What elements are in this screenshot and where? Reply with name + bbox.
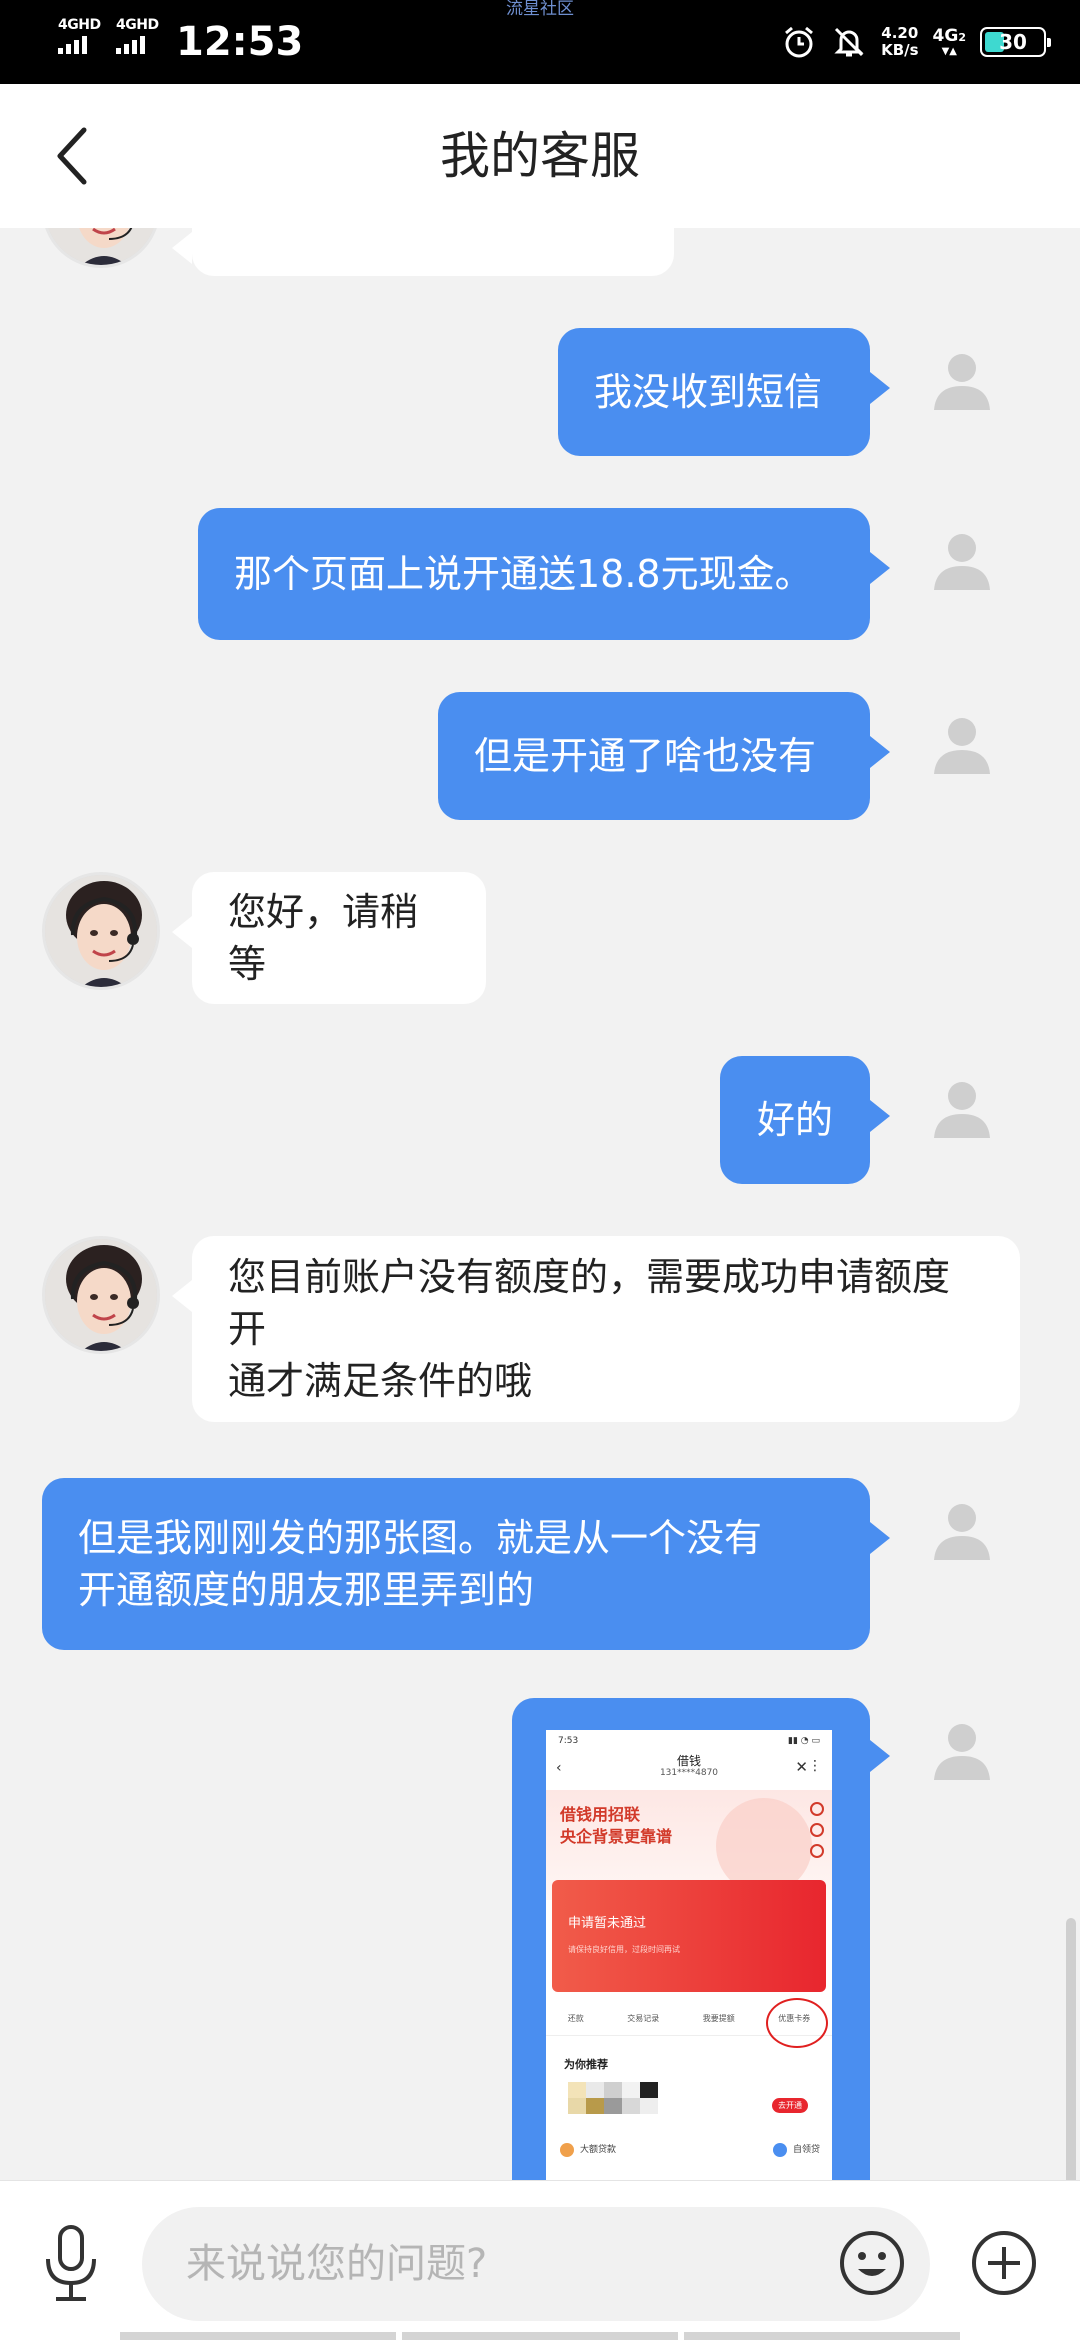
user-avatar-icon (934, 1082, 990, 1138)
message-bubble-incoming[interactable]: 您好，请稍等 (172, 872, 486, 1004)
message-bubble-incoming[interactable]: 您目前账户没有额度的，需要成功申请额度开 通才满足条件的哦 (172, 1236, 1020, 1422)
shot-recommend: 为你推荐 (564, 2058, 608, 2071)
page-title: 我的客服 (440, 127, 640, 185)
red-circle-annotation (766, 1998, 828, 2048)
shot-title: 借钱 (676, 1754, 701, 1768)
agent-face-icon (45, 228, 157, 265)
message-bubble-outgoing[interactable]: 那个页面上说开通送18.8元现金。 (198, 508, 890, 640)
image-message-bubble[interactable]: 7:53 ▮▮ ◔ ▭ ‹ 借钱 131****4870 ✕ ⋮ 借钱用招联 央… (512, 1698, 890, 2180)
shot-slogan-line-2: 央企背景更靠谱 (560, 1827, 673, 1846)
message-text: 好的 (756, 1098, 833, 1142)
message-text-line-1: 但是我刚刚发的那张图。就是从一个没有 (78, 1516, 763, 1560)
chat-area[interactable]: 我没收到短信 那个页面上说开通送18.8元现金。 但是开通了啥也没有 您好，请稍… (0, 228, 1080, 2180)
message-bubble-incoming[interactable] (172, 228, 674, 276)
shot-more-icon: ⋮ (808, 1758, 822, 1774)
agent-face-icon (45, 875, 157, 987)
message-bubble-outgoing[interactable]: 好的 (720, 1056, 890, 1184)
message-text: 但是开通了啥也没有 (474, 734, 817, 778)
network-type: 4G2 ▼▲ (933, 27, 966, 57)
status-bar: 流星社区 4GHD 4GHD 12:53 4.20 KB/s 4G2 ▼▲ 30 (0, 0, 1080, 84)
message-text: 您好，请稍等 (228, 890, 419, 986)
signal-2-indicator: 4GHD (116, 18, 159, 54)
shot-bottom-1: 大额贷款 (560, 2142, 616, 2157)
user-avatar-icon (934, 534, 990, 590)
signal-1-indicator: 4GHD (58, 18, 101, 54)
signal-bars-icon (58, 36, 87, 54)
message-text-line-2: 通才满足条件的哦 (228, 1359, 533, 1403)
shot-phone: 131****4870 (659, 1768, 719, 1778)
shot-open-button: 去开通 (772, 2098, 808, 2113)
message-text-line-1: 您目前账户没有额度的，需要成功申请额度开 (228, 1255, 951, 1351)
agent-avatar (42, 228, 160, 268)
data-arrows-icon: ▼▲ (941, 46, 957, 57)
user-avatar-icon (934, 354, 990, 410)
more-options-button[interactable] (970, 2229, 1038, 2297)
shot-card-title: 申请暂未通过 (568, 1916, 647, 1931)
shot-bottom-links: 大额贷款 自领贷 (560, 2142, 820, 2157)
microphone-icon (46, 2225, 96, 2301)
header: 我的客服 (0, 84, 1080, 228)
scrollbar[interactable] (1066, 1918, 1076, 2180)
message-bubble-outgoing[interactable]: 但是开通了啥也没有 (438, 692, 890, 820)
network-label: 4G (932, 26, 959, 46)
speed-value: 4.20 (881, 24, 919, 42)
agent-face-icon (45, 1239, 157, 1351)
message-bubble-outgoing[interactable]: 但是我刚刚发的那张图。就是从一个没有 开通额度的朋友那里弄到的 (42, 1478, 890, 1650)
mute-bell-icon (834, 27, 864, 57)
shot-tab: 还款 (567, 2014, 584, 2023)
battery-level: 30 (999, 30, 1027, 54)
screenshot-image[interactable]: 7:53 ▮▮ ◔ ▭ ‹ 借钱 131****4870 ✕ ⋮ 借钱用招联 央… (546, 1730, 832, 2180)
clock: 12:53 (176, 19, 304, 65)
signal-1-label: 4GHD (58, 17, 101, 33)
message-input[interactable] (142, 2207, 930, 2321)
shot-mosaic (568, 2082, 658, 2114)
user-avatar-icon (934, 718, 990, 774)
shot-status-card: 申请暂未通过 请保持良好信用，过段时间再试 (552, 1880, 826, 1992)
shot-slogan: 借钱用招联 央企背景更靠谱 (560, 1804, 672, 1848)
shot-status-icons: ▮▮ ◔ ▭ (788, 1736, 820, 1746)
shot-header: 7:53 ▮▮ ◔ ▭ ‹ 借钱 131****4870 ✕ ⋮ (546, 1730, 832, 1790)
signal-2-label: 4GHD (116, 17, 159, 33)
status-icons: 4.20 KB/s 4G2 ▼▲ 30 (781, 14, 1051, 70)
smiley-icon (840, 2231, 904, 2295)
message-text: 那个页面上说开通送18.8元现金。 (234, 552, 813, 596)
user-avatar-icon (934, 1504, 990, 1560)
plus-icon (972, 2231, 1036, 2295)
shot-bottom-2: 自领贷 (773, 2142, 820, 2157)
home-indicator (0, 2332, 1080, 2340)
network-sub: 2 (958, 31, 966, 44)
shot-close-icon: ✕ (795, 1758, 808, 1776)
message-bubble-outgoing[interactable]: 我没收到短信 (558, 328, 890, 456)
battery-icon: 30 (980, 27, 1051, 57)
shot-tab: 我要提额 (702, 2014, 735, 2023)
network-speed: 4.20 KB/s (881, 25, 918, 59)
alarm-icon (785, 26, 814, 58)
message-text: 我没收到短信 (594, 370, 823, 414)
shot-card-sub: 请保持良好信用，过段时间再试 (568, 1945, 680, 1954)
shot-side-icons (810, 1802, 824, 1858)
emoji-button[interactable] (838, 2229, 906, 2297)
input-bar (0, 2180, 1080, 2340)
shot-tab: 交易记录 (627, 2014, 660, 2023)
signal-bars-icon (116, 36, 145, 54)
speed-unit: KB/s (881, 41, 919, 59)
shot-slogan-line-1: 借钱用招联 (560, 1805, 641, 1824)
agent-avatar (42, 1236, 160, 1354)
shot-time: 7:53 (558, 1736, 579, 1746)
voice-button[interactable] (36, 2223, 106, 2303)
agent-avatar (42, 872, 160, 990)
user-avatar-icon (934, 1724, 990, 1780)
message-text-line-2: 开通额度的朋友那里弄到的 (78, 1568, 535, 1612)
